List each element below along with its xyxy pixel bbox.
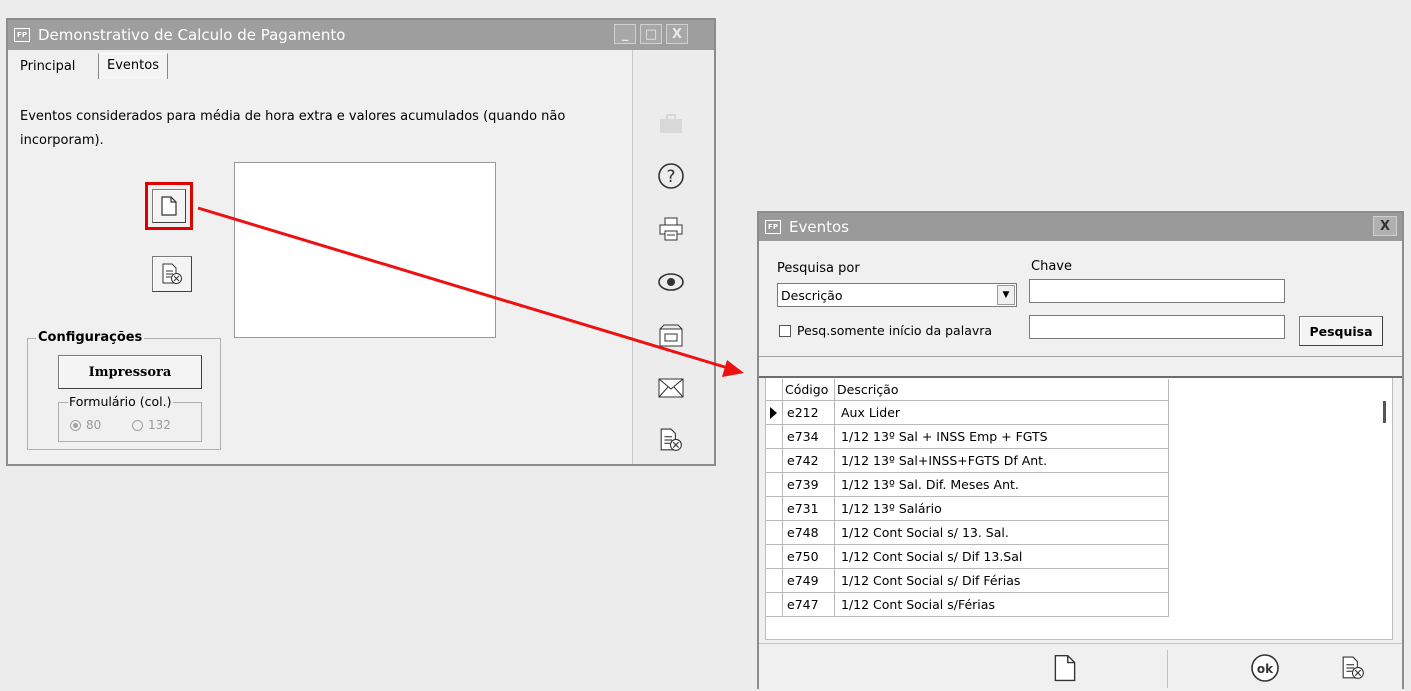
table-row[interactable]: e739 1/12 13º Sal. Dif. Meses Ant. xyxy=(766,473,1169,497)
row-indicator xyxy=(766,569,783,593)
cell-description: 1/12 Cont Social s/ Dif Férias xyxy=(835,569,1169,593)
prefix-search-checkbox[interactable]: Pesq.somente início da palavra xyxy=(779,323,992,338)
table-row[interactable]: e749 1/12 Cont Social s/ Dif Férias xyxy=(766,569,1169,593)
cell-code: e739 xyxy=(783,473,835,497)
search-by-label: Pesquisa por xyxy=(777,261,860,276)
dialog-close-button[interactable]: X xyxy=(1373,216,1397,236)
cell-description: 1/12 Cont Social s/ Dif 13.Sal xyxy=(835,545,1169,569)
events-dialog: FP Eventos X Pesquisa por Descrição ▼ Ch… xyxy=(757,211,1404,691)
footer-divider xyxy=(1167,650,1168,688)
search-by-value: Descrição xyxy=(781,287,843,303)
cell-description: 1/12 13º Sal + INSS Emp + FGTS xyxy=(835,425,1169,449)
dialog-title: Eventos xyxy=(789,218,849,236)
cell-code: e742 xyxy=(783,449,835,473)
svg-text:ok: ok xyxy=(1257,662,1274,676)
chevron-down-icon[interactable]: ▼ xyxy=(997,285,1015,305)
table-row[interactable]: e734 1/12 13º Sal + INSS Emp + FGTS xyxy=(766,425,1169,449)
row-indicator xyxy=(766,521,783,545)
cell-code: e749 xyxy=(783,569,835,593)
row-pointer-icon xyxy=(770,407,777,419)
search-button[interactable]: Pesquisa xyxy=(1299,316,1383,346)
table-row[interactable]: e212 Aux Lider xyxy=(766,401,1169,425)
search-button-label: Pesquisa xyxy=(1309,323,1373,339)
cell-code: e734 xyxy=(783,425,835,449)
cell-code: e212 xyxy=(783,401,835,425)
close-document-icon[interactable] xyxy=(1337,652,1369,684)
cell-description: 1/12 Cont Social s/Férias xyxy=(835,593,1169,617)
table-row[interactable]: e748 1/12 Cont Social s/ 13. Sal. xyxy=(766,521,1169,545)
row-indicator xyxy=(766,425,783,449)
column-header-description[interactable]: Descrição xyxy=(835,379,1169,401)
cell-code: e750 xyxy=(783,545,835,569)
table-row[interactable]: e747 1/12 Cont Social s/Férias xyxy=(766,593,1169,617)
row-indicator xyxy=(766,545,783,569)
grid-top-line xyxy=(759,376,1402,378)
app-logo-icon: FP xyxy=(765,220,781,234)
checkbox-label: Pesq.somente início da palavra xyxy=(797,323,993,338)
column-header-code[interactable]: Código xyxy=(783,379,835,401)
cell-description: 1/12 13º Sal+INSS+FGTS Df Ant. xyxy=(835,449,1169,473)
ok-icon[interactable]: ok xyxy=(1249,652,1281,684)
checkbox-icon[interactable] xyxy=(779,324,791,337)
cell-description: 1/12 13º Sal. Dif. Meses Ant. xyxy=(835,473,1169,497)
row-indicator xyxy=(766,593,783,617)
row-indicator xyxy=(766,473,783,497)
row-indicator xyxy=(766,497,783,521)
cell-code: e731 xyxy=(783,497,835,521)
new-document-icon[interactable] xyxy=(1049,652,1081,684)
cell-description: 1/12 13º Salário xyxy=(835,497,1169,521)
cell-code: e747 xyxy=(783,593,835,617)
key-label: Chave xyxy=(1031,259,1072,274)
grid-rows: Código Descrição e212 Aux Lider e734 1/12 13… xyxy=(766,379,1186,639)
cell-description: 1/12 Cont Social s/ 13. Sal. xyxy=(835,521,1169,545)
search-text-input[interactable] xyxy=(1029,315,1285,339)
header-indicator xyxy=(766,379,783,401)
row-indicator xyxy=(766,449,783,473)
row-indicator xyxy=(766,401,783,425)
key-input[interactable] xyxy=(1029,279,1285,303)
grid-header: Código Descrição xyxy=(766,379,1169,401)
table-row[interactable]: e750 1/12 Cont Social s/ Dif 13.Sal xyxy=(766,545,1169,569)
table-row[interactable]: e742 1/12 13º Sal+INSS+FGTS Df Ant. xyxy=(766,449,1169,473)
dialog-footer: ok xyxy=(759,643,1402,691)
cell-description: Aux Lider xyxy=(835,401,1169,425)
dialog-titlebar[interactable]: FP Eventos X xyxy=(759,213,1402,241)
table-row[interactable]: e731 1/12 13º Salário xyxy=(766,497,1169,521)
search-by-select[interactable]: Descrição ▼ xyxy=(777,283,1017,307)
cell-code: e748 xyxy=(783,521,835,545)
divider xyxy=(759,356,1402,357)
grid-scrollbar[interactable] xyxy=(1383,401,1386,423)
